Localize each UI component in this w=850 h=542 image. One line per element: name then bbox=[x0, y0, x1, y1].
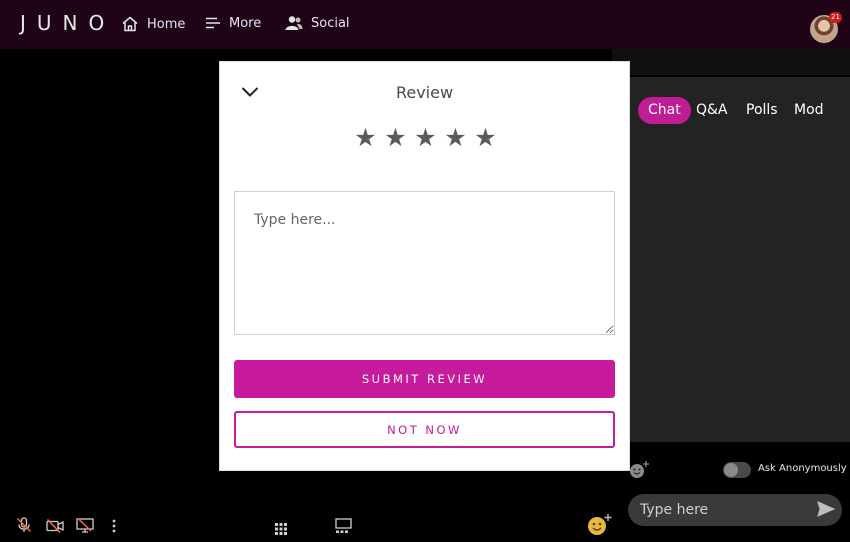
mic-off-icon[interactable] bbox=[16, 517, 32, 537]
star-icon[interactable]: ★ bbox=[384, 125, 407, 150]
ask-anonymously-label: Ask Anonymously bbox=[758, 463, 847, 474]
not-now-button[interactable]: NOT NOW bbox=[234, 411, 615, 448]
star-icon[interactable]: ★ bbox=[474, 125, 497, 150]
star-icon[interactable]: ★ bbox=[414, 125, 437, 150]
send-icon[interactable] bbox=[817, 501, 836, 521]
tab-mod[interactable]: Mod bbox=[794, 97, 824, 124]
toggle-knob bbox=[724, 463, 738, 477]
tab-chat[interactable]: Chat bbox=[638, 97, 691, 124]
camera-off-icon[interactable] bbox=[46, 518, 64, 537]
add-reaction-icon[interactable] bbox=[629, 460, 649, 478]
chat-messages-area bbox=[612, 77, 850, 442]
star-rating: ★ ★ ★ ★ ★ bbox=[354, 125, 497, 150]
nav-home-label: Home bbox=[147, 16, 186, 32]
submit-review-button[interactable]: SUBMIT REVIEW bbox=[234, 360, 615, 398]
nav-home[interactable]: Home bbox=[121, 15, 185, 33]
layout-icon[interactable] bbox=[335, 518, 352, 538]
chat-panel-header-strip bbox=[612, 49, 850, 75]
screen-share-off-icon[interactable] bbox=[76, 517, 94, 537]
menu-icon bbox=[205, 15, 221, 31]
top-navigation-bar: JUNO Home More Social 21 bbox=[0, 0, 850, 49]
grid-icon[interactable] bbox=[275, 520, 287, 539]
review-modal: Review ★ ★ ★ ★ ★ SUBMIT REVIEW NOT NOW bbox=[219, 61, 630, 471]
juno-logo[interactable]: JUNO bbox=[20, 11, 115, 35]
ask-anonymously-toggle[interactable] bbox=[723, 462, 751, 478]
nav-more-label: More bbox=[229, 15, 262, 31]
home-icon bbox=[121, 15, 139, 33]
tab-qa[interactable]: Q&A bbox=[696, 97, 728, 124]
nav-more[interactable]: More bbox=[205, 15, 261, 31]
review-textarea[interactable] bbox=[234, 191, 615, 335]
notification-badge: 21 bbox=[829, 12, 842, 23]
chat-message-input[interactable]: Type here bbox=[628, 494, 842, 526]
more-vertical-icon[interactable] bbox=[112, 518, 116, 537]
tab-polls[interactable]: Polls bbox=[746, 97, 778, 124]
star-icon[interactable]: ★ bbox=[354, 125, 377, 150]
nav-social-label: Social bbox=[311, 15, 350, 31]
emoji-icon[interactable] bbox=[587, 513, 613, 541]
star-icon[interactable]: ★ bbox=[444, 125, 467, 150]
people-icon bbox=[285, 15, 303, 31]
nav-social[interactable]: Social bbox=[285, 15, 350, 31]
modal-title: Review bbox=[395, 83, 454, 102]
